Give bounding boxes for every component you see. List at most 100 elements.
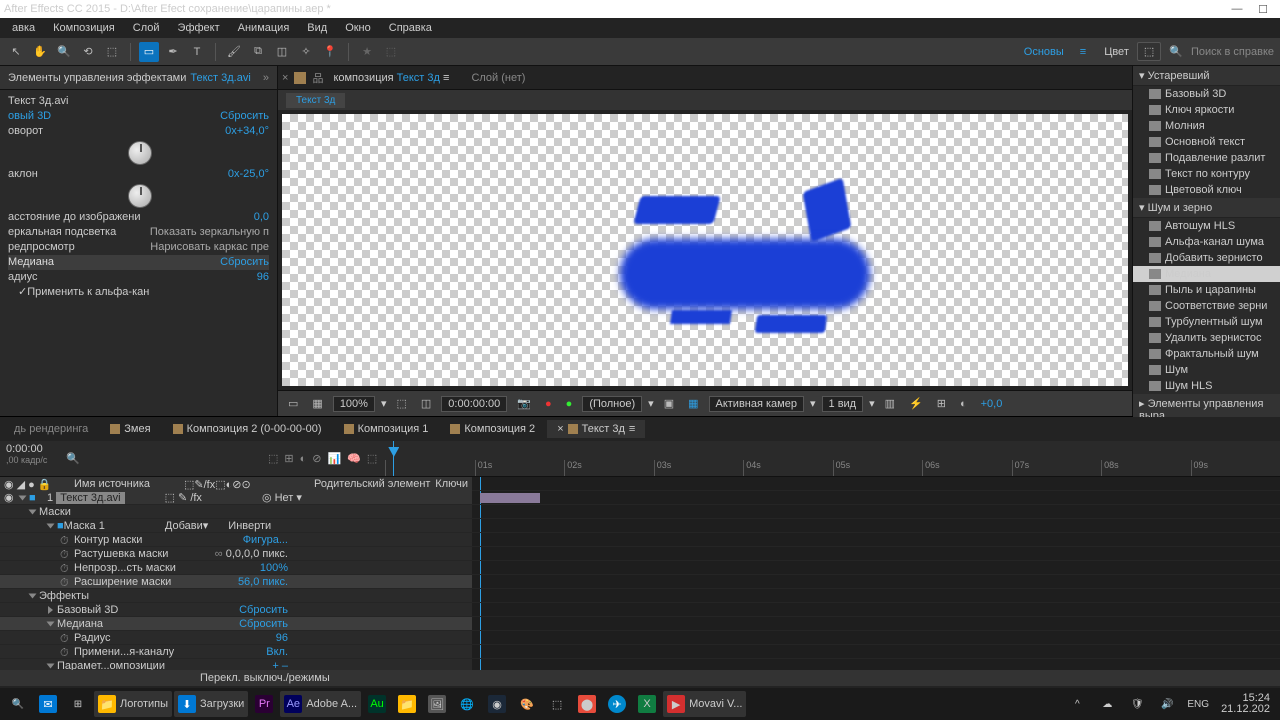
preset-noise[interactable]: Шум	[1133, 362, 1280, 378]
layer-duration-bar[interactable]	[480, 493, 540, 503]
camera-tool-icon[interactable]: ⬚	[102, 42, 122, 62]
mask-expansion[interactable]: ⏱Расширение маски56,0 пикс.	[0, 575, 472, 589]
comp-icon[interactable]: ⊞	[284, 452, 293, 465]
tray-volume-icon[interactable]: 🔊	[1153, 691, 1181, 717]
preset-basictext[interactable]: Основной текст	[1133, 134, 1280, 150]
parent-select[interactable]: Нет	[275, 492, 294, 504]
snap-icon[interactable]: ⬚	[367, 452, 377, 465]
pen-tool-icon[interactable]: ✒	[163, 42, 183, 62]
comp-subtab[interactable]: Текст 3д	[286, 93, 345, 108]
paint-icon[interactable]: 🎨	[513, 691, 541, 717]
res-icon[interactable]: ⬚	[392, 397, 410, 410]
preset-colorkey[interactable]: Цветовой ключ	[1133, 182, 1280, 198]
menu-animation[interactable]: Анимация	[230, 20, 298, 36]
movavi-icon[interactable]: ▶Movavi V...	[663, 691, 746, 717]
reset-link[interactable]: Сбросить	[220, 109, 269, 124]
text-tool-icon[interactable]: T	[187, 42, 207, 62]
search-icon[interactable]: 🔍	[1169, 45, 1183, 58]
preset-pathtext[interactable]: Текст по контуру	[1133, 166, 1280, 182]
zoom-tool-icon[interactable]: 🔍	[54, 42, 74, 62]
another-icon[interactable]: ⬚	[543, 691, 571, 717]
graph-icon[interactable]: 📊	[328, 452, 342, 465]
folder-logos[interactable]: 📁Логотипы	[94, 691, 172, 717]
image-icon[interactable]: 🖼	[423, 691, 451, 717]
channel2-icon[interactable]: ●	[562, 398, 577, 410]
composition-viewer[interactable]	[278, 110, 1132, 390]
menu-composition[interactable]: Композиция	[45, 20, 123, 36]
camera-select[interactable]: Активная камер	[709, 396, 804, 412]
menu-edit[interactable]: авка	[4, 20, 43, 36]
preset-median[interactable]: Медиана	[1133, 266, 1280, 282]
search-icon[interactable]: 🔍	[66, 452, 80, 465]
preset-noisehls[interactable]: Шум HLS	[1133, 378, 1280, 394]
eraser-tool-icon[interactable]: ◫	[272, 42, 292, 62]
tray-defender-icon[interactable]: 🛡	[1123, 691, 1151, 717]
mask-path[interactable]: ⏱Контур маскиФигура...	[0, 533, 472, 547]
sync-icon[interactable]: ⬚	[1137, 42, 1161, 61]
layer-tab[interactable]: Слой (нет)	[461, 69, 535, 87]
snapshot-icon[interactable]: 📷	[513, 397, 535, 410]
preset-fractal[interactable]: Фрактальный шум	[1133, 346, 1280, 362]
rotate-knob[interactable]	[128, 141, 152, 165]
flowchart-icon[interactable]: 品	[312, 70, 323, 86]
preset-addgrain[interactable]: Добавить зернисто	[1133, 250, 1280, 266]
orbit-tool-icon[interactable]: ⟲	[78, 42, 98, 62]
prop-mirror-value[interactable]: Показать зеркальную п	[150, 225, 269, 240]
category-noise[interactable]: ▾ Шум и зерно	[1133, 198, 1280, 218]
preset-removegrain[interactable]: Удалить зернистос	[1133, 330, 1280, 346]
tray-clock[interactable]: 15:2421.12.202	[1215, 693, 1276, 715]
grid-icon[interactable]: ▦	[308, 397, 326, 410]
prop-preview-value[interactable]: Нарисовать каркас пре	[150, 240, 269, 255]
motion-blur-icon[interactable]: ⊘	[312, 452, 321, 465]
current-time[interactable]: 0:00:00:00	[441, 396, 507, 412]
tray-lang[interactable]: ENG	[1183, 691, 1213, 717]
star-icon[interactable]: ★	[357, 42, 377, 62]
effect-alpha-row[interactable]: ⏱Примени...я-каналуВкл.	[0, 645, 472, 659]
excel-icon[interactable]: X	[633, 691, 661, 717]
toggle-switches[interactable]: Перекл. выключ./режимы	[200, 672, 330, 684]
tl-tab-3[interactable]: Композиция 2	[440, 420, 545, 438]
timeline-tracks[interactable]	[472, 477, 1280, 670]
tl-tab-1[interactable]: Композиция 2 (0-00-00-00)	[163, 420, 332, 438]
steam-icon[interactable]: ◉	[483, 691, 511, 717]
menu-layer[interactable]: Слой	[125, 20, 168, 36]
channel-icon[interactable]: ●	[541, 398, 556, 410]
preset-dust[interactable]: Пыль и царапины	[1133, 282, 1280, 298]
menu-window[interactable]: Окно	[337, 20, 379, 36]
app-icon[interactable]: ⬤	[573, 691, 601, 717]
preset-turbnoise[interactable]: Турбулентный шум	[1133, 314, 1280, 330]
prop-radius-value[interactable]: 96	[257, 270, 269, 285]
zoom-select[interactable]: 100%	[333, 396, 375, 412]
roto-tool-icon[interactable]: ✧	[296, 42, 316, 62]
resolution-select[interactable]: (Полное)	[582, 396, 642, 412]
preset-basic3d[interactable]: Базовый 3D	[1133, 86, 1280, 102]
hand-tool-icon[interactable]: ✋	[30, 42, 50, 62]
layer-name[interactable]: Текст 3д.avi	[56, 492, 124, 504]
audition-icon[interactable]: Au	[363, 691, 391, 717]
comp-name[interactable]: Текст 3д	[397, 72, 440, 84]
workspace-menu-icon[interactable]: ≡	[1080, 46, 1086, 58]
reset-median[interactable]: Сбросить	[220, 255, 269, 270]
preset-matchgrain[interactable]: Соответствие зерни	[1133, 298, 1280, 314]
preset-alphanoise[interactable]: Альфа-канал шума	[1133, 234, 1280, 250]
premiere-icon[interactable]: Pr	[250, 691, 278, 717]
prop-alpha[interactable]: Применить к альфа-кан	[27, 285, 149, 300]
category-legacy[interactable]: ▾ Устаревший	[1133, 66, 1280, 86]
effect-basic3d[interactable]: овый 3D	[8, 109, 51, 124]
start-button[interactable]: 🔍	[4, 691, 32, 717]
effect-median-row[interactable]: МедианаСбросить	[0, 617, 472, 631]
tray-cloud-icon[interactable]: ☁	[1093, 691, 1121, 717]
preset-lumakey[interactable]: Ключ яркости	[1133, 102, 1280, 118]
menu-help[interactable]: Справка	[381, 20, 440, 36]
tray-up-icon[interactable]: ^	[1063, 691, 1091, 717]
shy-icon[interactable]: ⬚	[268, 452, 278, 465]
selection-tool-icon[interactable]: ↖	[6, 42, 26, 62]
menu-effect[interactable]: Эффект	[170, 20, 228, 36]
workspace-essentials[interactable]: Основы	[1016, 43, 1072, 61]
panel-menu-icon[interactable]: »	[263, 72, 269, 84]
mask-opacity[interactable]: ⏱Непрозр...сть маски100%	[0, 561, 472, 575]
transp-icon[interactable]: ▦	[684, 397, 702, 410]
puppet-tool-icon[interactable]: 📍	[320, 42, 340, 62]
task-view-icon[interactable]: ⊞	[64, 691, 92, 717]
effects-panel-tab[interactable]: Элементы управления эффектами Текст 3д.a…	[0, 66, 277, 90]
